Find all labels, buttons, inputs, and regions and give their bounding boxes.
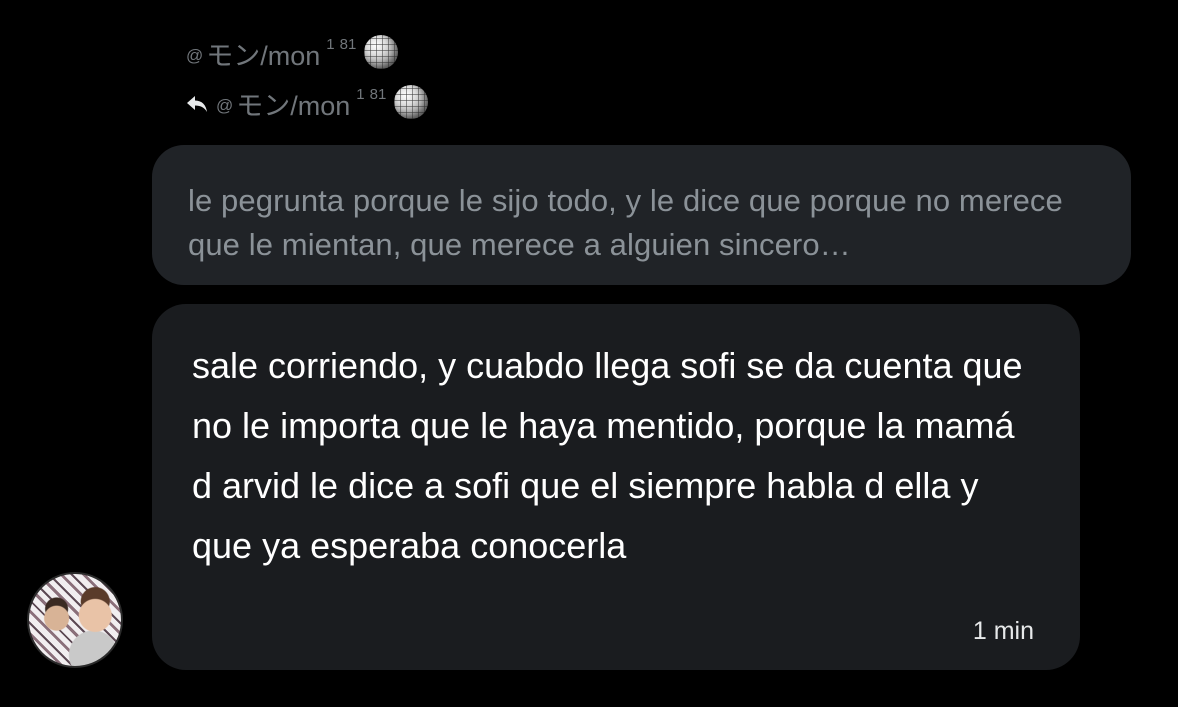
quoted-message-text: le pegrunta porque le sijo todo, y le di… (188, 183, 1063, 262)
spiral-icon: @ (186, 45, 204, 65)
reply-to-superscript-a: 1 (356, 86, 365, 103)
reply-to-name: モン/mon (236, 91, 351, 121)
quoted-message-bubble[interactable]: le pegrunta porque le sijo todo, y le di… (152, 145, 1131, 285)
sender-superscript-a: 1 (326, 36, 335, 53)
disco-ball-icon (394, 84, 429, 119)
sender-name: モン/mon (206, 41, 321, 71)
message-timestamp: 1 min (972, 617, 1034, 645)
message-sender-header: @ モン/mon 1 81 (186, 34, 399, 73)
reply-to-header: @ モン/mon 1 81 (186, 84, 429, 123)
disco-ball-icon (364, 34, 399, 69)
sender-superscript-b: 81 (339, 36, 357, 53)
message-bubble[interactable]: sale corriendo, y cuabdo llega sofi se d… (152, 304, 1080, 670)
message-text: sale corriendo, y cuabdo llega sofi se d… (192, 345, 1023, 566)
user-avatar[interactable] (27, 572, 123, 668)
spiral-icon: @ (216, 95, 234, 115)
reply-arrow-icon (186, 93, 208, 115)
reply-to-superscript-b: 81 (369, 86, 387, 103)
dm-conversation-view: @ モン/mon 1 81 @ モン/mon 1 81 le pegrunta … (0, 0, 1178, 707)
